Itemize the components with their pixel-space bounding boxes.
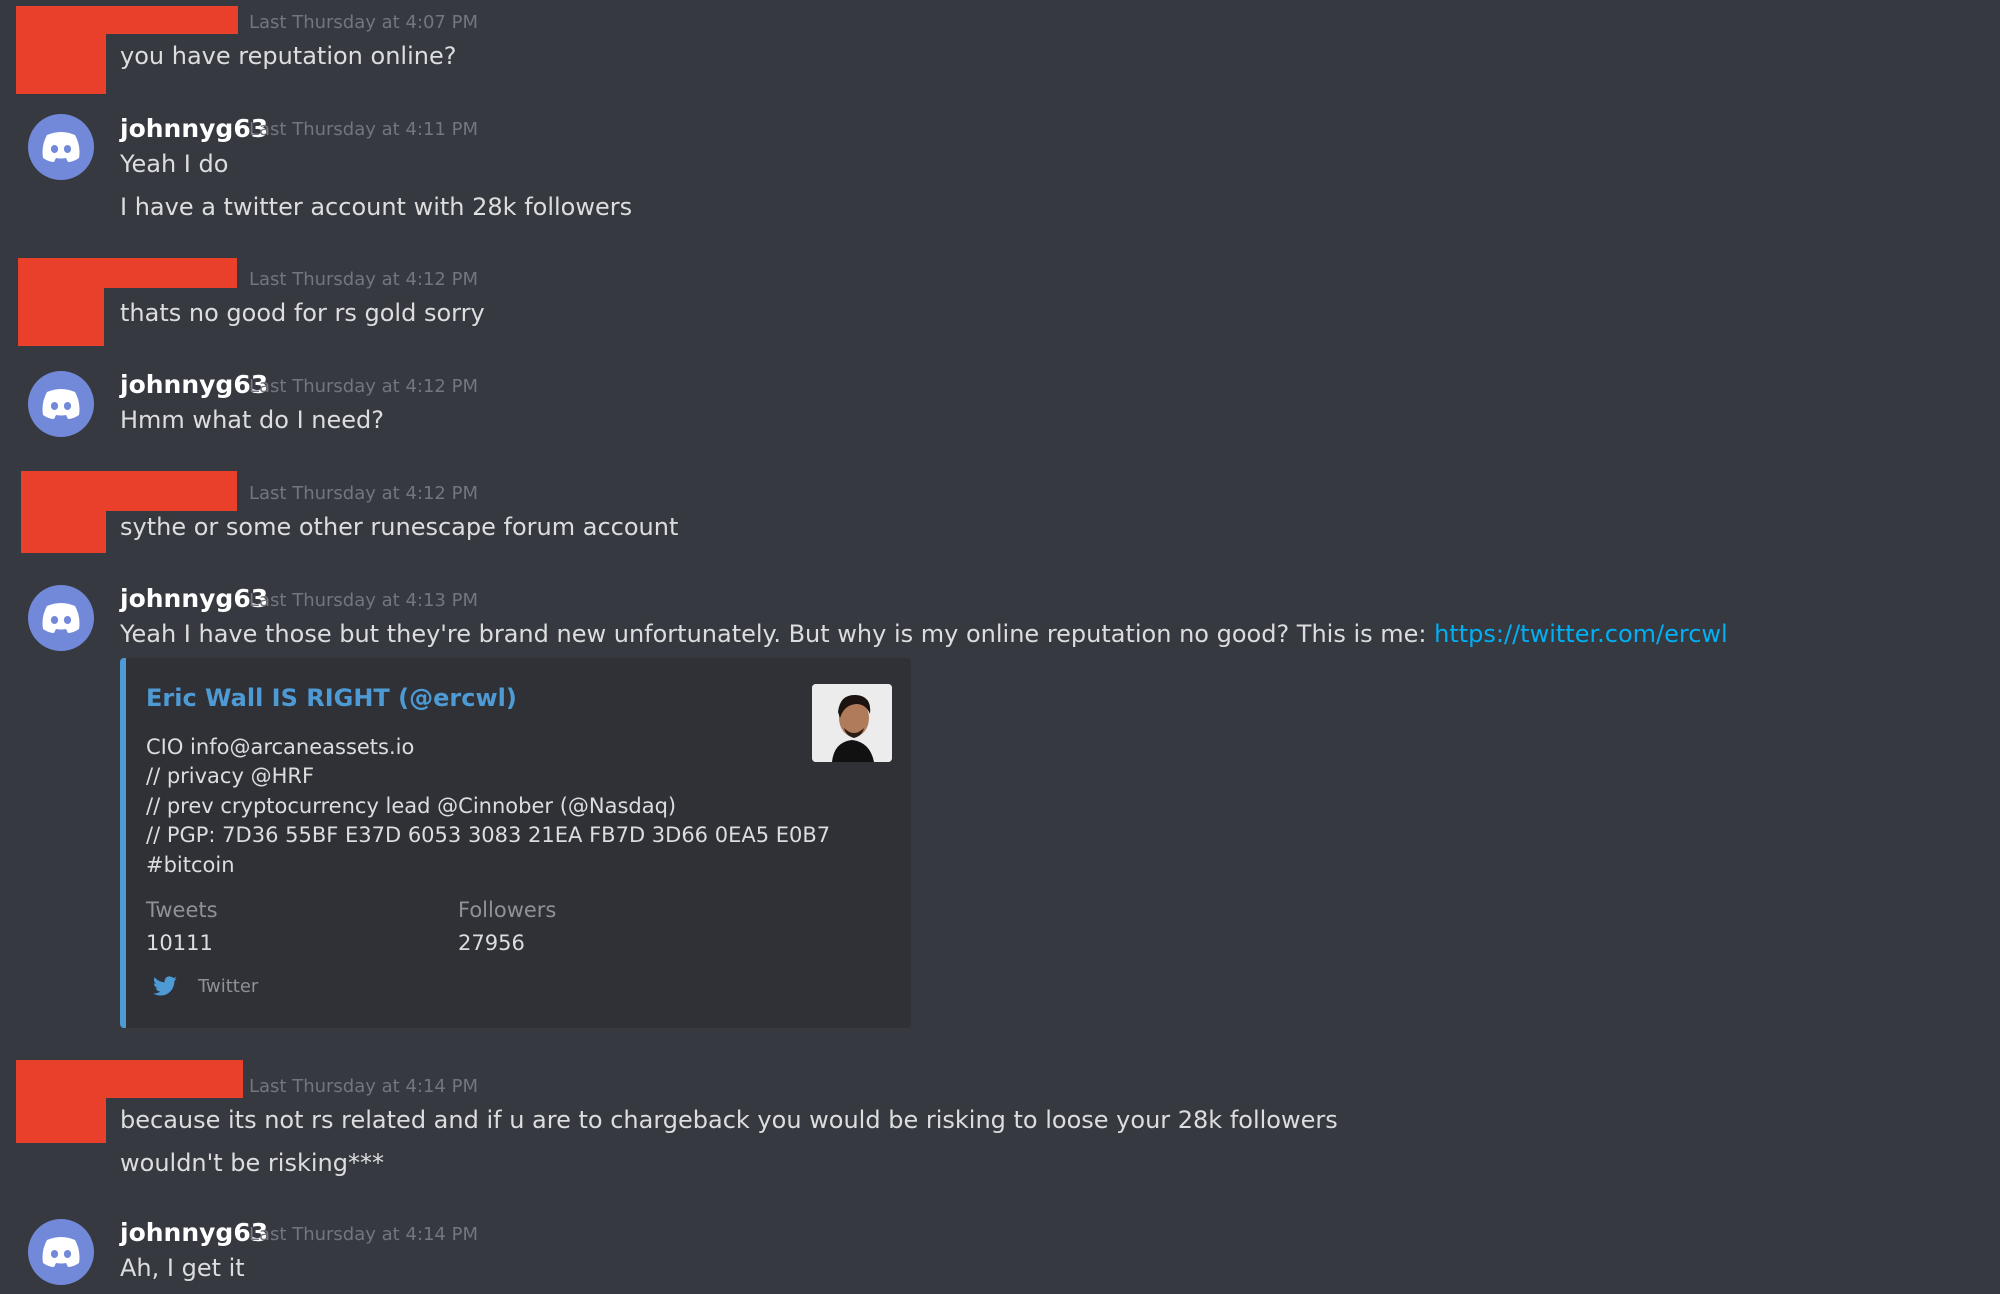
timestamp: Last Thursday at 4:11 PM: [249, 119, 478, 140]
timestamp: Last Thursday at 4:07 PM: [249, 12, 478, 33]
message-text: Yeah I have those but they're brand new …: [120, 620, 1728, 648]
field-name-followers: Followers: [458, 898, 557, 922]
author-name[interactable]: johnnyg63: [120, 1218, 268, 1247]
redacted-username: [16, 1060, 243, 1098]
author-name[interactable]: johnnyg63: [120, 584, 268, 613]
message-text-body: Yeah I have those but they're brand new …: [120, 620, 1435, 648]
timestamp: Last Thursday at 4:14 PM: [249, 1224, 478, 1245]
discord-logo-icon: [42, 1237, 80, 1267]
timestamp: Last Thursday at 4:14 PM: [249, 1076, 478, 1097]
message-text: wouldn't be risking***: [120, 1149, 384, 1177]
timestamp: Last Thursday at 4:12 PM: [249, 483, 478, 504]
author-name[interactable]: johnnyg63: [120, 114, 268, 143]
twitter-bird-icon: [152, 976, 177, 996]
field-name-tweets: Tweets: [146, 898, 218, 922]
discord-logo-icon: [42, 603, 80, 633]
embed-title[interactable]: Eric Wall IS RIGHT (@ercwl): [146, 684, 517, 712]
embed-description-line: CIO info@arcaneassets.io: [146, 735, 415, 759]
message-text: Hmm what do I need?: [120, 406, 384, 434]
discord-logo-icon: [42, 389, 80, 419]
avatar[interactable]: [28, 585, 94, 651]
embed-description-line: // privacy @HRF: [146, 764, 315, 788]
message-text: sythe or some other runescape forum acco…: [120, 513, 679, 541]
message-text: I have a twitter account with 28k follow…: [120, 193, 633, 221]
message-text: thats no good for rs gold sorry: [120, 299, 485, 327]
discord-logo-icon: [42, 132, 80, 162]
timestamp: Last Thursday at 4:12 PM: [249, 376, 478, 397]
redacted-username: [18, 258, 237, 288]
twitter-embed: Eric Wall IS RIGHT (@ercwl) CIO info@arc…: [120, 658, 911, 1028]
message-text: because its not rs related and if u are …: [120, 1106, 1338, 1134]
timestamp: Last Thursday at 4:13 PM: [249, 590, 478, 611]
message-text: Ah, I get it: [120, 1254, 245, 1282]
field-value-followers: 27956: [458, 931, 525, 955]
avatar[interactable]: [28, 371, 94, 437]
message-text: you have reputation online?: [120, 42, 457, 70]
redacted-username: [16, 6, 238, 34]
embed-description-line: // PGP: 7D36 55BF E37D 6053 3083 21EA FB…: [146, 823, 831, 847]
embed-footer: Twitter: [198, 976, 259, 997]
field-value-tweets: 10111: [146, 931, 213, 955]
message-text: Yeah I do: [120, 150, 229, 178]
profile-photo-icon: [812, 684, 892, 762]
timestamp: Last Thursday at 4:12 PM: [249, 269, 478, 290]
embed-thumbnail[interactable]: [812, 684, 892, 762]
avatar[interactable]: [28, 1219, 94, 1285]
twitter-link[interactable]: https://twitter.com/ercwl: [1434, 620, 1728, 648]
redacted-username: [21, 471, 237, 511]
embed-description-line: #bitcoin: [146, 853, 235, 877]
author-name[interactable]: johnnyg63: [120, 370, 268, 399]
avatar[interactable]: [28, 114, 94, 180]
embed-description-line: // prev cryptocurrency lead @Cinnober (@…: [146, 794, 677, 818]
